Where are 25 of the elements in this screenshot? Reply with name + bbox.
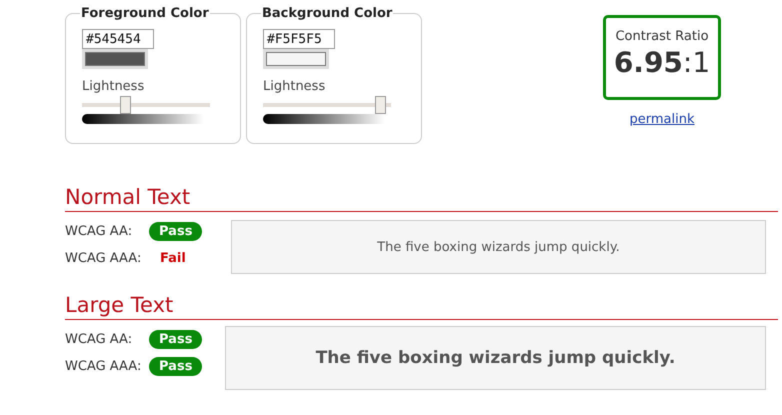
panel-title: Foreground Color <box>80 6 210 21</box>
slider-label: Lightness <box>263 79 326 94</box>
slider-thumb[interactable] <box>374 96 386 114</box>
color-swatch <box>85 52 145 66</box>
slider-label: Lightness <box>82 79 146 94</box>
section-heading: Normal Text <box>65 184 778 212</box>
sample-text-preview: The five boxing wizards jump quickly. <box>225 326 766 390</box>
wcag-label: WCAG AA: <box>65 224 134 239</box>
wcag-label: WCAG AAA: <box>65 251 142 266</box>
contrast-ratio-value: 6.95:1 <box>612 46 712 79</box>
card-title: Contrast Ratio <box>614 29 710 44</box>
wcag-label: WCAG AAA: <box>65 359 142 374</box>
permalink-link[interactable]: permalink <box>630 112 694 127</box>
pass-badge: Pass <box>149 357 202 376</box>
color-swatch <box>266 52 326 66</box>
hex-input-field[interactable]: #545454 <box>82 29 154 49</box>
pass-badge: Pass <box>149 222 202 241</box>
pass-badge: Pass <box>149 330 202 349</box>
wcag-label: WCAG AA: <box>65 332 134 347</box>
hex-input-field[interactable]: #F5F5F5 <box>263 29 335 49</box>
panel-title: Background Color <box>261 6 394 21</box>
section-heading: Large Text <box>65 292 778 320</box>
sample-text-preview: The five boxing wizards jump quickly. <box>231 220 766 274</box>
slider-thumb[interactable] <box>120 96 131 114</box>
fail-status: Fail <box>159 251 186 266</box>
